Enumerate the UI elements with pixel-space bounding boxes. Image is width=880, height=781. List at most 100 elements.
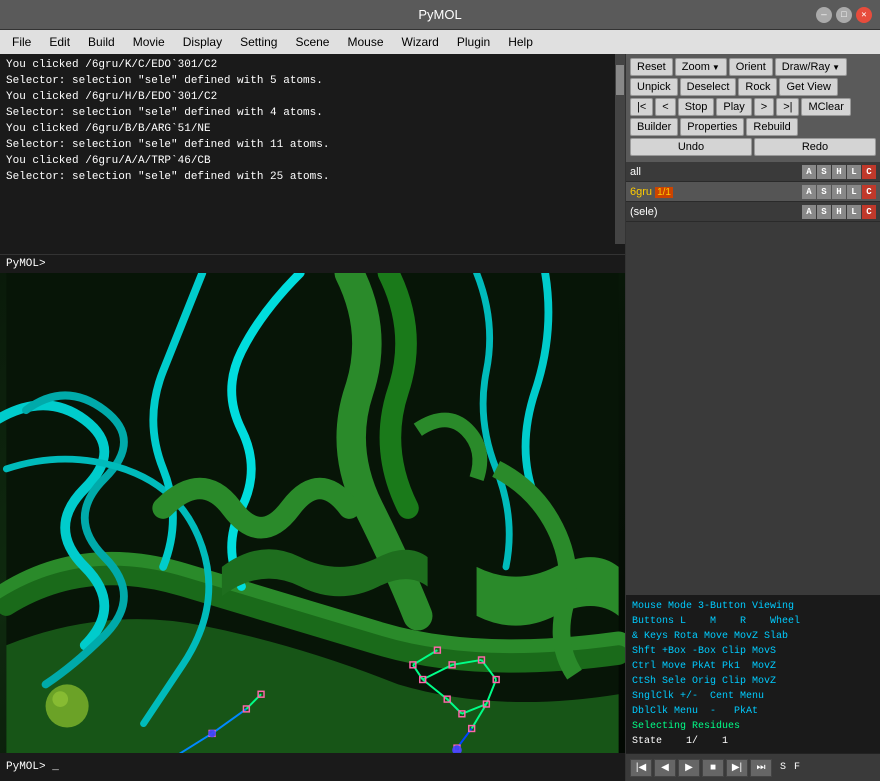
- pb-state-text: S: [780, 762, 786, 773]
- maximize-button[interactable]: □: [836, 7, 852, 23]
- rebuild-button[interactable]: Rebuild: [746, 118, 797, 136]
- pb-play[interactable]: ▶: [678, 759, 700, 777]
- play-button[interactable]: Play: [716, 98, 751, 116]
- object-badge-l-sele[interactable]: L: [847, 205, 861, 219]
- object-badge-s-6gru[interactable]: S: [817, 185, 831, 199]
- unpick-button[interactable]: Unpick: [630, 78, 678, 96]
- object-badge-h-sele[interactable]: H: [832, 205, 846, 219]
- console-line: You clicked /6gru/A/A/TRP`46/CB: [6, 154, 619, 170]
- object-badge-s[interactable]: S: [817, 165, 831, 179]
- main-layout: You clicked /6gru/K/C/EDO`301/C2 Selecto…: [0, 54, 880, 781]
- playback-bar: |◀ ◀ ▶ ■ ▶| ⏭ S F: [626, 753, 880, 781]
- menu-setting[interactable]: Setting: [232, 33, 285, 51]
- prompt-text: PyMOL>: [6, 258, 46, 270]
- next-button[interactable]: >: [754, 98, 774, 116]
- title-bar: PyMOL — □ ✕: [0, 0, 880, 30]
- info-panel: Mouse Mode 3-Button Viewing Buttons L M …: [626, 595, 880, 753]
- btn-row-5: Undo Redo: [630, 138, 876, 156]
- console-text: You clicked /6gru/K/C/EDO`301/C2 Selecto…: [0, 54, 625, 190]
- pb-forward[interactable]: ⏭: [750, 759, 772, 777]
- orient-button[interactable]: Orient: [729, 58, 773, 76]
- molecule-svg: [0, 273, 625, 753]
- btn-row-3: |< < Stop Play > >| MClear: [630, 98, 876, 116]
- mol-background: [0, 273, 625, 753]
- menu-display[interactable]: Display: [175, 33, 230, 51]
- object-badge-a[interactable]: A: [802, 165, 816, 179]
- object-list: all A S H L C 6gru 1/1 A S H L C (sele) …: [626, 162, 880, 595]
- scrollbar-thumb: [616, 65, 624, 95]
- minimize-button[interactable]: —: [816, 7, 832, 23]
- object-row-all: all A S H L C: [626, 162, 880, 182]
- object-badge-h[interactable]: H: [832, 165, 846, 179]
- menu-help[interactable]: Help: [500, 33, 541, 51]
- object-badge-a-6gru[interactable]: A: [802, 185, 816, 199]
- object-row-6gru: 6gru 1/1 A S H L C: [626, 182, 880, 202]
- info-line-state: State 1/ 1: [632, 734, 874, 749]
- object-name-sele[interactable]: (sele): [630, 206, 801, 218]
- redo-button[interactable]: Redo: [754, 138, 876, 156]
- object-badge-l[interactable]: L: [847, 165, 861, 179]
- bottom-prompt-text: PyMOL> _: [6, 761, 59, 773]
- object-badge-s-sele[interactable]: S: [817, 205, 831, 219]
- rewind-button[interactable]: |<: [630, 98, 653, 116]
- info-line-3: & Keys Rota Move MovZ Slab: [632, 629, 874, 644]
- viewport[interactable]: [0, 273, 625, 753]
- undo-button[interactable]: Undo: [630, 138, 752, 156]
- menu-edit[interactable]: Edit: [41, 33, 78, 51]
- console-line: Selector: selection "sele" defined with …: [6, 106, 619, 122]
- zoom-button[interactable]: Zoom: [675, 58, 727, 76]
- prev-button[interactable]: <: [655, 98, 675, 116]
- menu-plugin[interactable]: Plugin: [449, 33, 498, 51]
- rock-button[interactable]: Rock: [738, 78, 777, 96]
- console-line: You clicked /6gru/K/C/EDO`301/C2: [6, 58, 619, 74]
- object-name-all[interactable]: all: [630, 166, 801, 178]
- menu-movie[interactable]: Movie: [125, 33, 173, 51]
- reset-button[interactable]: Reset: [630, 58, 673, 76]
- object-badge-c-sele[interactable]: C: [862, 205, 876, 219]
- forward-button[interactable]: >|: [776, 98, 799, 116]
- window-controls: — □ ✕: [816, 7, 872, 23]
- object-badge-a-sele[interactable]: A: [802, 205, 816, 219]
- object-badge-c-6gru[interactable]: C: [862, 185, 876, 199]
- console-line: Selector: selection "sele" defined with …: [6, 170, 619, 186]
- info-line-8: DblClk Menu - PkAt: [632, 704, 874, 719]
- pb-rewind[interactable]: |◀: [630, 759, 652, 777]
- pb-prev[interactable]: ◀: [654, 759, 676, 777]
- app-title: PyMOL: [418, 7, 461, 22]
- pymol-prompt-line: PyMOL>: [0, 254, 625, 273]
- btn-row-2: Unpick Deselect Rock Get View: [630, 78, 876, 96]
- object-name-6gru[interactable]: 6gru 1/1: [630, 186, 801, 198]
- menu-file[interactable]: File: [4, 33, 39, 51]
- builder-button[interactable]: Builder: [630, 118, 678, 136]
- menu-wizard[interactable]: Wizard: [394, 33, 447, 51]
- pb-next[interactable]: ▶|: [726, 759, 748, 777]
- console-scrollbar[interactable]: [615, 54, 625, 244]
- menu-build[interactable]: Build: [80, 33, 123, 51]
- info-line-6: CtSh Sele Orig Clip MovZ: [632, 674, 874, 689]
- object-badge-h-6gru[interactable]: H: [832, 185, 846, 199]
- console-line: You clicked /6gru/B/B/ARG`51/NE: [6, 122, 619, 138]
- menu-bar: File Edit Build Movie Display Setting Sc…: [0, 30, 880, 54]
- pb-stop[interactable]: ■: [702, 759, 724, 777]
- get-view-button[interactable]: Get View: [779, 78, 837, 96]
- control-buttons: Reset Zoom Orient Draw/Ray Unpick Desele…: [626, 54, 880, 162]
- right-panel: Reset Zoom Orient Draw/Ray Unpick Desele…: [625, 54, 880, 781]
- info-line-selecting: Selecting Residues: [632, 719, 874, 734]
- deselect-button[interactable]: Deselect: [680, 78, 737, 96]
- info-line-1: Mouse Mode 3-Button Viewing: [632, 599, 874, 614]
- btn-row-1: Reset Zoom Orient Draw/Ray: [630, 58, 876, 76]
- info-line-5: Ctrl Move PkAt Pk1 MovZ: [632, 659, 874, 674]
- stop-button[interactable]: Stop: [678, 98, 715, 116]
- object-badge-l-6gru[interactable]: L: [847, 185, 861, 199]
- properties-button[interactable]: Properties: [680, 118, 744, 136]
- object-row-sele: (sele) A S H L C: [626, 202, 880, 222]
- draw-ray-button[interactable]: Draw/Ray: [775, 58, 847, 76]
- bottom-prompt[interactable]: PyMOL> _: [0, 753, 625, 781]
- menu-scene[interactable]: Scene: [287, 33, 337, 51]
- mclear-button[interactable]: MClear: [801, 98, 850, 116]
- object-badge-c[interactable]: C: [862, 165, 876, 179]
- close-button[interactable]: ✕: [856, 7, 872, 23]
- btn-row-4: Builder Properties Rebuild: [630, 118, 876, 136]
- console-line: You clicked /6gru/H/B/EDO`301/C2: [6, 90, 619, 106]
- menu-mouse[interactable]: Mouse: [339, 33, 391, 51]
